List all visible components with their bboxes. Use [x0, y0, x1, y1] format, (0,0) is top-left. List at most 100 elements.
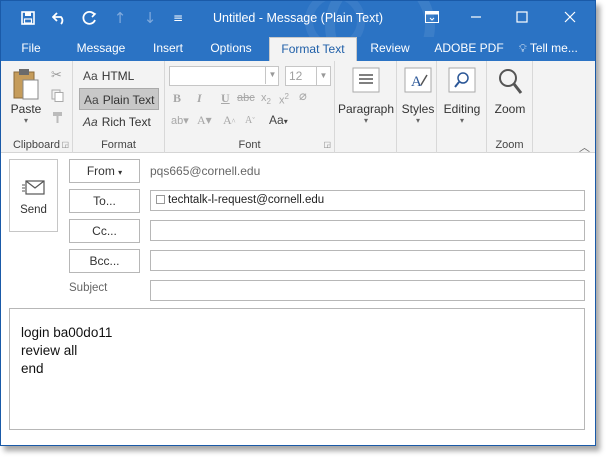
zoom-button[interactable]: Zoom — [489, 67, 531, 116]
font-name-dropdown: ▼ — [169, 66, 279, 86]
clear-formatting-icon[interactable]: ⌀ — [299, 89, 307, 104]
format-plain-text-button[interactable]: Aa Plain Text — [79, 88, 159, 110]
clipboard-group: Paste ▾ ✂ Clipboard ◲ — [1, 61, 73, 153]
format-plain-label: Plain Text — [102, 93, 155, 107]
grow-font-icon[interactable]: A^ — [223, 113, 235, 128]
editing-group[interactable]: Editing ▾ — [437, 61, 487, 153]
chevron-down-icon: ▾ — [459, 116, 464, 125]
superscript-icon[interactable]: x2 — [279, 92, 289, 107]
titlebar-decoration — [305, 1, 365, 37]
zoom-group: Zoom Zoom — [487, 61, 533, 153]
body-line: review all — [21, 343, 78, 358]
paragraph-button[interactable]: Paragraph ▾ — [337, 67, 395, 125]
ribbon: Paste ▾ ✂ Clipboard ◲ Aa HTML Aa Plain Tex… — [1, 61, 595, 154]
font-size-value: 12 — [289, 69, 303, 83]
to-field[interactable]: techtalk-l-request@cornell.edu — [150, 190, 585, 211]
change-case-button[interactable]: Aa▾ — [269, 113, 288, 127]
underline-icon[interactable]: U — [221, 91, 230, 106]
undo-icon[interactable] — [49, 7, 71, 29]
paste-button[interactable]: Paste ▾ — [7, 67, 45, 125]
format-html-button[interactable]: Aa HTML — [79, 65, 159, 87]
paragraph-group[interactable]: Paragraph ▾ — [335, 61, 397, 153]
from-label: From — [86, 164, 115, 178]
chevron-down-icon[interactable]: ▼ — [316, 67, 330, 85]
send-label: Send — [20, 204, 47, 216]
save-icon[interactable] — [17, 7, 39, 29]
chevron-down-icon: ▾ — [415, 116, 420, 125]
customize-icon[interactable]: ≡ — [167, 7, 189, 29]
styles-label: Styles — [401, 102, 435, 116]
arrow-down-icon[interactable]: ↓ — [139, 7, 161, 29]
find-icon — [448, 67, 476, 93]
paste-icon — [13, 69, 39, 100]
paste-label: Paste — [10, 102, 42, 116]
dialog-launcher-icon[interactable]: ◲ — [323, 140, 331, 149]
italic-icon[interactable]: I — [197, 91, 202, 106]
format-rich-label: Rich Text — [101, 115, 151, 129]
ribbon-tabs: File Message Insert Options Format Text … — [1, 37, 595, 62]
shrink-font-icon[interactable]: Aˇ — [245, 115, 255, 126]
recipient-address: techtalk-l-request@cornell.edu — [168, 194, 325, 206]
format-painter-icon[interactable] — [51, 111, 64, 127]
text-highlight-icon[interactable]: ab▾ — [171, 114, 189, 127]
dialog-launcher-icon[interactable]: ◲ — [61, 140, 69, 149]
change-case-label: Aa — [269, 113, 284, 127]
tab-format-text[interactable]: Format Text — [269, 37, 357, 62]
close-icon[interactable] — [547, 1, 593, 33]
minimize-icon[interactable] — [453, 1, 499, 33]
tab-adobe-pdf[interactable]: ADOBE PDF — [431, 37, 507, 61]
send-button[interactable]: Send — [9, 159, 58, 232]
zoom-group-label: Zoom — [495, 139, 524, 151]
aa-icon: Aa — [83, 69, 98, 83]
chevron-down-icon[interactable]: ▼ — [265, 66, 279, 84]
checkbox-icon — [156, 195, 165, 204]
from-value: pqs665@cornell.edu — [150, 164, 261, 178]
format-group: Aa HTML Aa Plain Text Aa Rich Text Format — [73, 61, 165, 153]
strikethrough-icon[interactable]: abc — [237, 92, 255, 104]
outlook-message-window: ↑ ↓ ≡ Untitled - Message (Plain Text) Fi… — [0, 0, 596, 446]
cc-button[interactable]: Cc... — [69, 219, 140, 243]
cc-field[interactable] — [150, 220, 585, 241]
format-html-label: HTML — [101, 69, 135, 83]
recipient-chip[interactable]: techtalk-l-request@cornell.edu — [156, 194, 324, 206]
subject-field[interactable] — [150, 280, 585, 301]
editing-label: Editing — [443, 102, 481, 116]
cut-icon[interactable]: ✂ — [51, 67, 62, 83]
bcc-button[interactable]: Bcc... — [69, 249, 140, 273]
send-icon — [21, 180, 45, 195]
chevron-down-icon: ▾ — [363, 116, 368, 125]
redo-icon[interactable] — [79, 7, 101, 29]
styles-group[interactable]: A Styles ▾ — [397, 61, 437, 153]
message-body[interactable]: login ba00do11 review all end — [9, 308, 585, 430]
styles-button[interactable]: A Styles ▾ — [399, 67, 437, 125]
ribbon-display-icon[interactable] — [409, 1, 455, 33]
tab-insert[interactable]: Insert — [145, 37, 191, 61]
arrow-up-icon[interactable]: ↑ — [109, 7, 131, 29]
tab-message[interactable]: Message — [69, 37, 133, 61]
copy-icon[interactable] — [51, 89, 64, 105]
font-color-icon[interactable]: A▾ — [197, 113, 212, 128]
svg-text:A: A — [411, 74, 422, 90]
title-bar: ↑ ↓ ≡ Untitled - Message (Plain Text) — [1, 1, 595, 37]
maximize-icon[interactable] — [499, 1, 545, 33]
tab-review[interactable]: Review — [365, 37, 415, 61]
zoom-label: Zoom — [494, 102, 526, 116]
subject-label: Subject — [69, 282, 108, 294]
to-button[interactable]: To... — [69, 189, 140, 213]
tab-options[interactable]: Options — [201, 37, 261, 61]
font-group-label: Font — [238, 139, 261, 151]
subscript-icon[interactable]: x2 — [261, 92, 271, 106]
editing-button[interactable]: Editing ▾ — [440, 67, 484, 125]
paragraph-icon — [352, 67, 380, 93]
lightbulb-icon: 💡︎ — [519, 42, 527, 55]
aa-icon: Aa — [84, 93, 99, 107]
bold-icon[interactable]: B — [173, 91, 181, 106]
tell-me-label: Tell me... — [529, 41, 578, 55]
tab-tell-me[interactable]: 💡︎ Tell me... — [519, 37, 595, 61]
from-button[interactable]: From ▾ — [69, 159, 140, 183]
format-rich-text-button[interactable]: Aa Rich Text — [79, 111, 159, 133]
format-group-label: Format — [101, 139, 136, 151]
bcc-field[interactable] — [150, 250, 585, 271]
font-size-select[interactable]: 12 ▼ — [285, 66, 331, 86]
tab-file[interactable]: File — [11, 37, 51, 61]
